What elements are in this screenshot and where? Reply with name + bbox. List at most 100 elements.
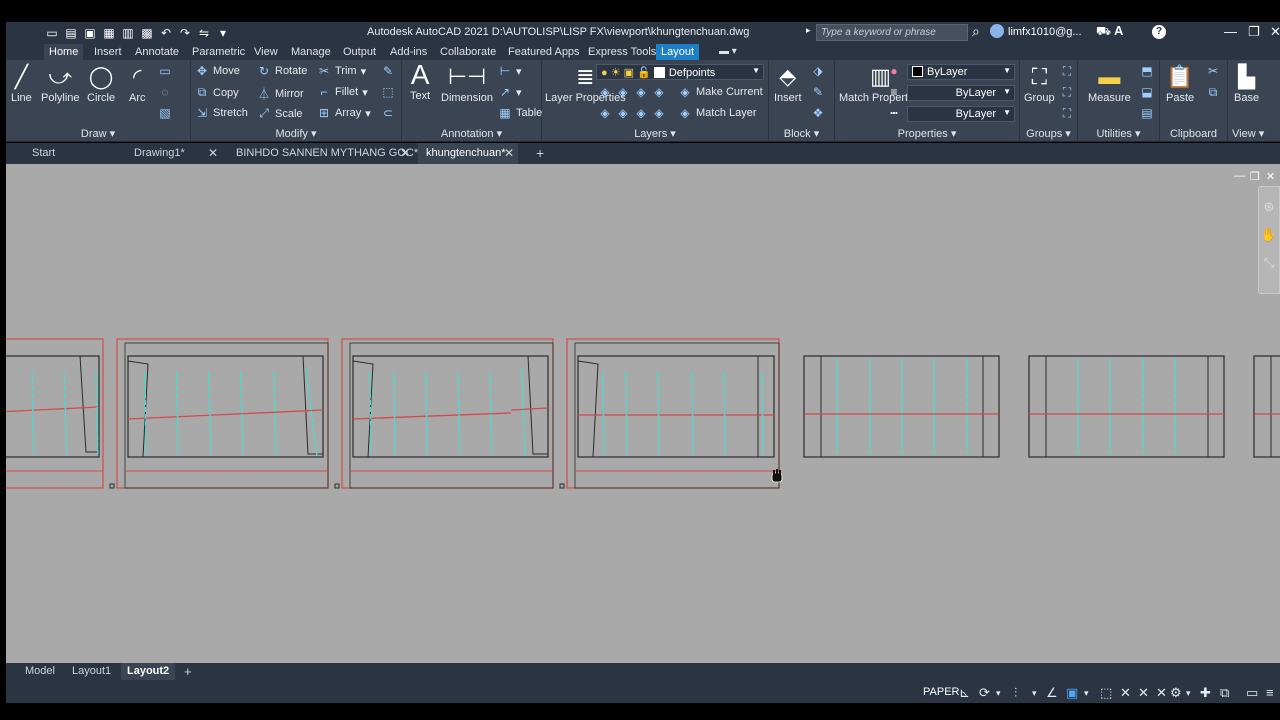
file-tab-drawing1[interactable]: Drawing1* ✕ xyxy=(126,143,222,164)
panel-title-block[interactable]: Block ▾ xyxy=(769,127,834,140)
scale-button[interactable]: ⤢ Scale xyxy=(257,106,302,121)
leader-button[interactable]: ⊢ ▾ xyxy=(498,64,522,78)
color-dropdown[interactable]: ByLayer ▼ xyxy=(907,64,1015,80)
sheet-frame[interactable] xyxy=(6,338,104,489)
panel-title-draw[interactable]: Draw ▾ xyxy=(6,127,190,140)
annotation-scale-icon[interactable]: ✕ xyxy=(1120,685,1131,701)
insert-button[interactable]: ⬘ Insert xyxy=(774,64,802,104)
panel-title-properties[interactable]: Properties ▾ xyxy=(835,127,1019,140)
panel-title-modify[interactable]: Modify ▾ xyxy=(191,127,401,140)
ortho-icon[interactable]: ⫶ xyxy=(1014,685,1017,701)
panel-title-view[interactable]: View ▾ xyxy=(1228,127,1280,140)
close-icon[interactable]: ✕ xyxy=(504,143,514,164)
file-tab-khungtenchuan[interactable]: khungtenchuan* ✕ xyxy=(418,143,518,164)
copy-button[interactable]: ⧉ Copy xyxy=(195,85,239,100)
tab-collaborate[interactable]: Collaborate xyxy=(435,44,501,60)
share-icon[interactable]: ⇋ xyxy=(198,26,210,40)
layout-tab-layout2[interactable]: Layout2 xyxy=(121,663,176,680)
user-icon[interactable] xyxy=(990,24,1004,38)
layer-tools-row1[interactable]: ◈ ◈ ◈ ◈ xyxy=(598,85,666,99)
panel-title-annotation[interactable]: Annotation ▾ xyxy=(402,127,541,140)
chevron-down-icon[interactable]: ▾ xyxy=(1186,688,1191,699)
panel-title-groups[interactable]: Groups ▾ xyxy=(1020,127,1077,140)
polar-icon[interactable]: ∠ xyxy=(1046,685,1058,701)
help-icon[interactable]: ? xyxy=(1152,25,1166,39)
hatch-button[interactable]: ◌ xyxy=(158,85,172,99)
rectangle-button[interactable]: ▭ xyxy=(158,64,172,78)
trim-button[interactable]: ✂ Trim ▾ xyxy=(317,64,366,78)
chevron-down-icon[interactable]: ▾ xyxy=(1032,688,1037,699)
tab-express-tools[interactable]: Express Tools xyxy=(583,44,661,60)
color-wheel-icon[interactable]: ● xyxy=(887,64,901,78)
customization-menu-icon[interactable]: ≡ xyxy=(1266,685,1274,700)
user-name[interactable]: limfx1010@g... xyxy=(1008,26,1082,38)
annotation-visibility-icon[interactable]: ✕ xyxy=(1138,685,1149,701)
select-all-button[interactable]: ⬓ xyxy=(1140,85,1154,99)
polyline-button[interactable]: ⤻ Polyline xyxy=(41,64,80,104)
rotate-button[interactable]: ↻ Rotate xyxy=(257,64,307,78)
publish-icon[interactable]: ▥ xyxy=(122,26,134,40)
grid-icon[interactable]: ⊾ xyxy=(959,685,970,701)
quick-select-button[interactable]: ⬒ xyxy=(1140,64,1154,78)
open-icon[interactable]: ▤ xyxy=(65,26,77,40)
tab-annotate[interactable]: Annotate xyxy=(130,44,184,60)
measure-button[interactable]: ▬ Measure xyxy=(1088,64,1131,104)
tab-home[interactable]: Home xyxy=(44,44,84,60)
sheet-frame[interactable] xyxy=(1028,355,1225,458)
ribbon-minimize-icon[interactable]: ▬ ▾ xyxy=(714,44,742,60)
mirror-button[interactable]: ⏃ Mirror xyxy=(257,85,304,102)
file-tab-binhdo[interactable]: BINHDO SANNEN MYTHANG GOC* ✕ xyxy=(228,143,418,164)
object-snap-icon[interactable]: ▣ xyxy=(1066,685,1078,701)
calculator-button[interactable]: ▤ xyxy=(1140,106,1154,120)
tab-insert[interactable]: Insert xyxy=(89,44,127,60)
panel-title-clipboard[interactable]: Clipboard xyxy=(1160,128,1227,140)
offset-button[interactable]: ⊂ xyxy=(381,106,395,120)
autodesk-a360-icon[interactable]: A xyxy=(1114,23,1123,38)
circle-button[interactable]: ◯ Circle xyxy=(87,64,115,104)
chevron-down-icon[interactable]: ▾ xyxy=(1084,688,1089,699)
selection-cycling-icon[interactable]: ⬚ xyxy=(1100,685,1112,701)
annotation-monitor-icon[interactable]: ✚ xyxy=(1200,685,1211,701)
move-button[interactable]: ✥ Move xyxy=(195,64,240,78)
search-input[interactable]: Type a keyword or phrase xyxy=(816,24,968,41)
auto-scale-icon[interactable]: ✕ xyxy=(1156,685,1167,701)
qat-menu-icon[interactable]: ▾ xyxy=(217,26,229,40)
plot-icon[interactable]: ▩ xyxy=(141,26,153,40)
layout-tab-model[interactable]: Model xyxy=(19,663,61,680)
tab-featured-apps[interactable]: Featured Apps xyxy=(503,44,585,60)
erase-button[interactable]: ✎ xyxy=(381,64,395,78)
redo-icon[interactable]: ↷ xyxy=(179,26,191,40)
match-layer-button[interactable]: ◈ Match Layer xyxy=(678,106,756,120)
tab-manage[interactable]: Manage xyxy=(286,44,336,60)
restore-icon[interactable]: ❐ xyxy=(1248,24,1260,40)
workspace-gear-icon[interactable]: ⚙ xyxy=(1170,685,1182,701)
text-button[interactable]: A Text xyxy=(410,61,430,103)
layer-dropdown[interactable]: ● ☀ ▣ 🔓 Defpoints ▼ xyxy=(596,64,764,80)
sheet-frame[interactable] xyxy=(1253,355,1280,458)
copy-clip-button[interactable]: ⧉ xyxy=(1206,85,1220,100)
arc-button[interactable]: ◜ Arc xyxy=(129,64,146,104)
block-attributes-button[interactable]: ❖ xyxy=(811,106,825,120)
close-icon[interactable]: ✕ xyxy=(400,143,410,164)
group-edit-button[interactable]: ⛶ xyxy=(1060,85,1074,100)
group-select-button[interactable]: ⛶ xyxy=(1060,106,1074,121)
multileader-button[interactable]: ↗ ▾ xyxy=(498,85,522,99)
sheet-frame[interactable] xyxy=(334,338,554,489)
sheet-frame[interactable] xyxy=(803,355,1000,458)
explode-button[interactable]: ⬚ xyxy=(381,85,395,99)
cart-icon[interactable]: ⛟ xyxy=(1096,24,1111,40)
save-icon[interactable]: ▣ xyxy=(84,26,96,40)
new-icon[interactable]: ▭ xyxy=(46,26,58,40)
linetype-dropdown[interactable]: ByLayer ▼ xyxy=(907,106,1015,122)
clean-screen-icon[interactable]: ▭ xyxy=(1246,685,1258,701)
paper-space-toggle[interactable]: PAPER xyxy=(923,686,959,698)
tab-output[interactable]: Output xyxy=(338,44,381,60)
add-layout-plus-icon[interactable]: + xyxy=(178,663,198,680)
array-button[interactable]: ⊞ Array ▾ xyxy=(317,106,371,120)
drawing-canvas[interactable]: — ❐ ✕ ⊛ ✋ ⤡ xyxy=(6,164,1280,663)
base-button[interactable]: ▙ Base xyxy=(1234,64,1259,104)
layer-tools-row2[interactable]: ◈ ◈ ◈ ◈ xyxy=(598,106,666,120)
minimize-icon[interactable]: — xyxy=(1224,24,1237,39)
ungroup-button[interactable]: ⛶ xyxy=(1060,64,1074,79)
tab-view[interactable]: View xyxy=(249,44,283,60)
